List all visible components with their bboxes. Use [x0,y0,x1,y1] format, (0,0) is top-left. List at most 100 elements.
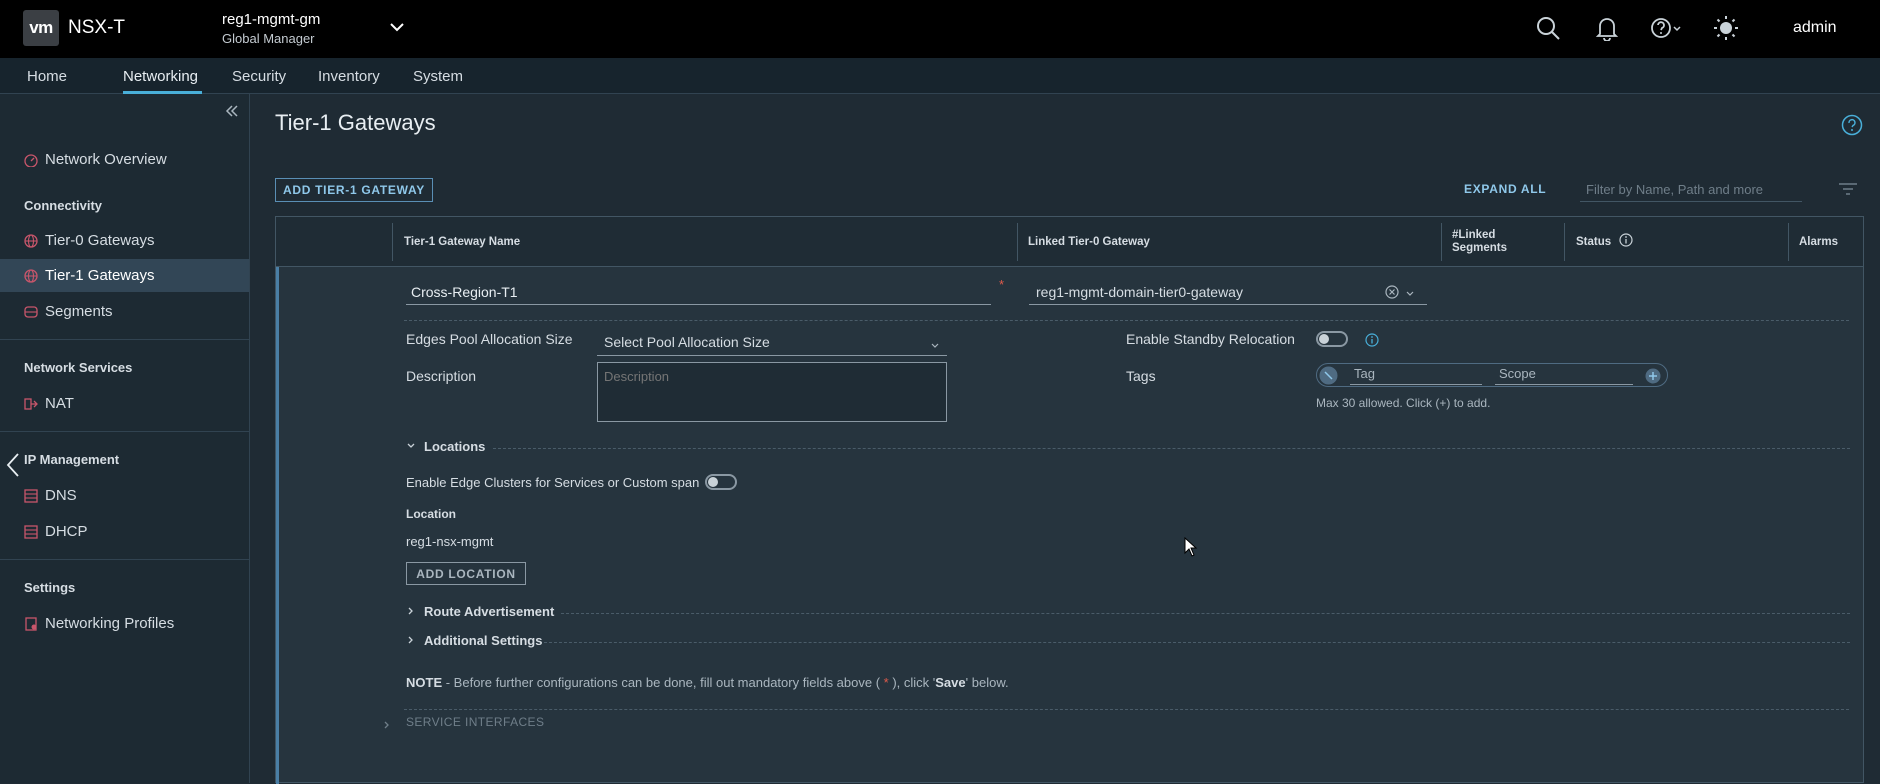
nat-icon [24,397,38,411]
column-header-name[interactable]: Tier-1 Gateway Name [404,217,520,267]
gateway-name-input[interactable] [406,279,991,305]
tab-system[interactable]: System [413,68,463,85]
tag-icon [1319,366,1338,390]
description-textarea[interactable] [597,362,947,422]
expand-all-link[interactable]: EXPAND ALL [1464,182,1546,196]
sidebar: Network Overview Connectivity Tier-0 Gat… [0,94,250,783]
add-tier1-gateway-button[interactable]: ADD TIER-1 GATEWAY [275,178,433,202]
tab-inventory[interactable]: Inventory [318,68,380,85]
sidebar-item-nat[interactable]: NAT [0,387,249,420]
column-separator [1017,223,1018,261]
mandatory-fields-note: NOTE - Before further configurations can… [406,675,1009,690]
bell-icon[interactable] [1594,15,1620,46]
edge-clusters-toggle[interactable] [705,474,737,490]
location-value: reg1-nsx-mgmt [406,534,494,549]
service-interfaces-header[interactable]: SERVICE INTERFACES [406,715,544,729]
tags-label: Tags [1126,368,1156,384]
add-tag-icon[interactable] [1645,368,1661,389]
section-divider [544,642,1850,643]
sidebar-item-segments[interactable]: Segments [0,295,249,328]
chevron-down-icon[interactable] [387,17,407,42]
info-icon[interactable] [1365,333,1379,352]
column-separator [392,223,393,261]
theme-sun-icon[interactable] [1713,15,1739,46]
row-edit-indicator [276,267,279,784]
filter-icon[interactable] [1838,182,1858,201]
add-location-button[interactable]: ADD LOCATION [406,562,526,585]
chevron-right-icon [406,604,416,619]
row-divider [404,320,1849,321]
linked-tier0-select[interactable]: reg1-mgmt-domain-tier0-gateway [1029,279,1427,305]
sidebar-item-network-overview[interactable]: Network Overview [0,143,249,176]
section-label: Route Advertisement [424,604,555,619]
tag-input[interactable]: Tag [1350,366,1482,385]
sidebar-item-networking-profiles[interactable]: Networking Profiles [0,607,249,640]
section-label: Locations [424,439,486,454]
sidebar-item-label: DHCP [45,523,88,540]
locations-section-toggle[interactable]: Locations [406,439,485,454]
search-icon[interactable] [1535,15,1561,46]
column-header-status[interactable]: Status [1576,217,1633,267]
sidebar-item-label: Tier-1 Gateways [45,267,155,284]
collapse-sidebar-icon[interactable] [225,104,239,123]
edges-pool-select[interactable]: Select Pool Allocation Size [597,328,947,356]
main-content: Tier-1 Gateways ADD TIER-1 GATEWAY EXPAN… [251,94,1880,784]
chevron-right-icon [406,633,416,648]
required-indicator: * [999,277,1005,292]
table-header: Tier-1 Gateway Name Linked Tier-0 Gatewa… [276,217,1863,267]
manager-name[interactable]: reg1-mgmt-gm [222,11,320,28]
sidebar-item-dns[interactable]: DNS [0,479,249,512]
column-header-linked-t0[interactable]: Linked Tier-0 Gateway [1028,217,1150,267]
edges-pool-label: Edges Pool Allocation Size [406,331,573,347]
help-icon[interactable] [1649,15,1685,46]
standby-relocation-toggle[interactable] [1316,331,1348,347]
profile-icon [24,617,38,631]
section-divider [493,448,1850,449]
page-title: Tier-1 Gateways [275,110,436,135]
column-separator [1441,223,1442,261]
page-help-icon[interactable] [1841,114,1863,141]
globe-icon [24,234,38,248]
info-icon[interactable] [1619,233,1633,251]
tab-home[interactable]: Home [27,68,67,85]
tab-security[interactable]: Security [232,68,286,85]
dashboard-icon [24,153,38,168]
scope-input[interactable]: Scope [1495,366,1633,385]
sidebar-section-ip-management: IP Management [24,452,120,467]
note-text: ), click ' [888,675,936,690]
tab-networking[interactable]: Networking [123,68,198,85]
sidebar-item-tier0[interactable]: Tier-0 Gateways [0,224,249,257]
chevron-down-icon[interactable] [930,338,940,354]
main-nav: Home Networking Security Inventory Syste… [0,58,1880,94]
section-divider [561,613,1850,614]
tags-hint: Max 30 allowed. Click (+) to add. [1316,396,1491,410]
sidebar-item-tier1[interactable]: Tier-1 Gateways [0,259,249,292]
sidebar-item-label: DNS [45,487,77,504]
location-column-header: Location [406,507,456,521]
note-save: Save [935,675,966,690]
sidebar-item-label: NAT [45,395,74,412]
note-text: - Before further configurations can be d… [442,675,884,690]
globe-icon [24,269,38,283]
chevron-down-icon[interactable] [1405,286,1415,302]
sidebar-item-dhcp[interactable]: DHCP [0,515,249,548]
additional-settings-toggle[interactable]: Additional Settings [406,633,542,648]
route-advertisement-toggle[interactable]: Route Advertisement [406,604,554,619]
chevron-down-icon [406,439,416,454]
section-label: Additional Settings [424,633,543,648]
column-header-line: Segments [1452,242,1507,254]
column-header-linked-segments[interactable]: #Linked Segments [1452,217,1507,267]
row-divider [404,709,1849,710]
sidebar-item-label: Network Overview [45,151,167,168]
user-menu[interactable]: admin [1793,19,1837,37]
sidebar-divider [0,559,249,560]
sidebar-section-network-services: Network Services [24,360,133,375]
column-separator [1564,223,1565,261]
clear-icon[interactable] [1385,285,1399,302]
edges-pool-value: Select Pool Allocation Size [604,333,770,350]
chevron-right-icon[interactable] [382,717,392,735]
mouse-cursor-icon [1184,536,1198,562]
top-header: vm NSX-T reg1-mgmt-gm Global Manager adm… [0,0,1880,58]
filter-input[interactable] [1580,178,1802,202]
column-header-alarms[interactable]: Alarms [1799,217,1838,267]
